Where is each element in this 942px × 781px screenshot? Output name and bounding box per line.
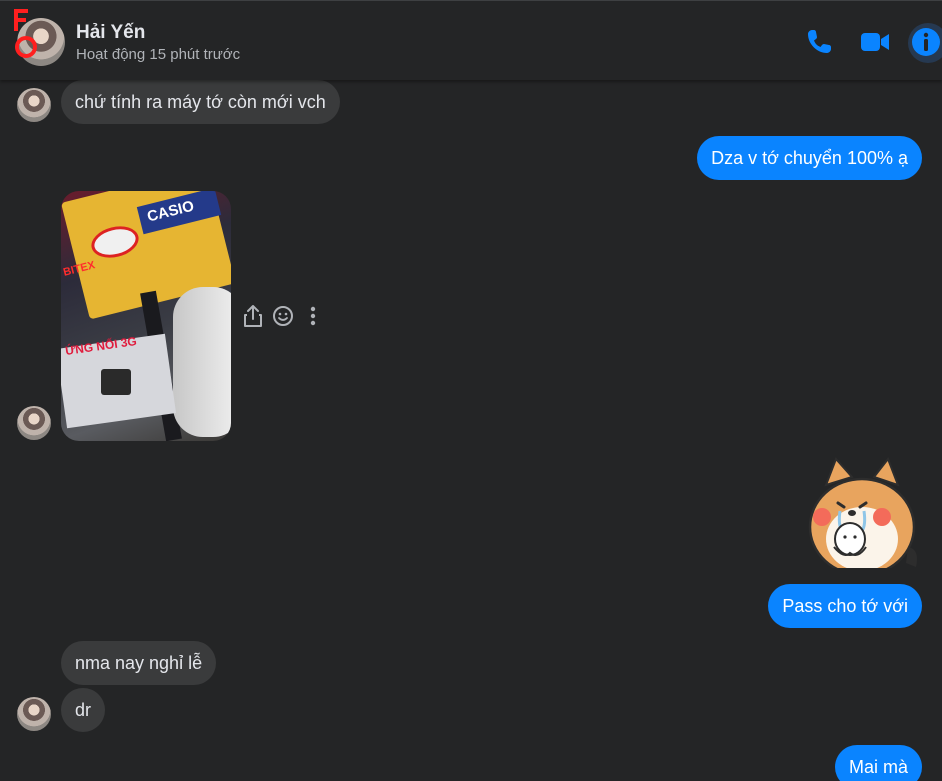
shiba-dog-sticker[interactable] [804,455,922,573]
contact-avatar-small[interactable] [17,88,51,122]
conversation-header: Hải Yến Hoạt động 15 phút trước [0,0,942,80]
message-outgoing[interactable]: Pass cho tớ với [768,584,922,628]
message-outgoing[interactable]: Dza v tớ chuyển 100% ạ [697,136,922,180]
message-hover-actions [242,303,326,329]
contact-avatar-small[interactable] [17,406,51,440]
message-incoming[interactable]: nma nay nghỉ lễ [61,641,217,685]
contact-name[interactable]: Hải Yến [76,22,145,44]
message-incoming[interactable]: dr [61,688,106,732]
message-outgoing[interactable]: Mai mà [834,745,922,781]
photo-attachment[interactable]: CASIO BITEX ỨNG NỐI 3G [61,191,231,441]
phone-icon[interactable] [803,26,835,58]
info-icon[interactable] [910,26,942,58]
more-icon[interactable] [302,303,324,329]
photo-device [173,287,231,437]
message-incoming[interactable]: chứ tính ra máy tớ còn mới vch [61,80,340,124]
video-call-icon[interactable] [859,26,891,58]
red-logo-mark [14,9,37,58]
contact-avatar-small[interactable] [17,697,51,731]
share-icon[interactable] [242,303,264,329]
active-status: Hoạt động 15 phút trước [76,46,241,63]
photo-plug [101,369,131,395]
react-icon[interactable] [272,303,294,329]
